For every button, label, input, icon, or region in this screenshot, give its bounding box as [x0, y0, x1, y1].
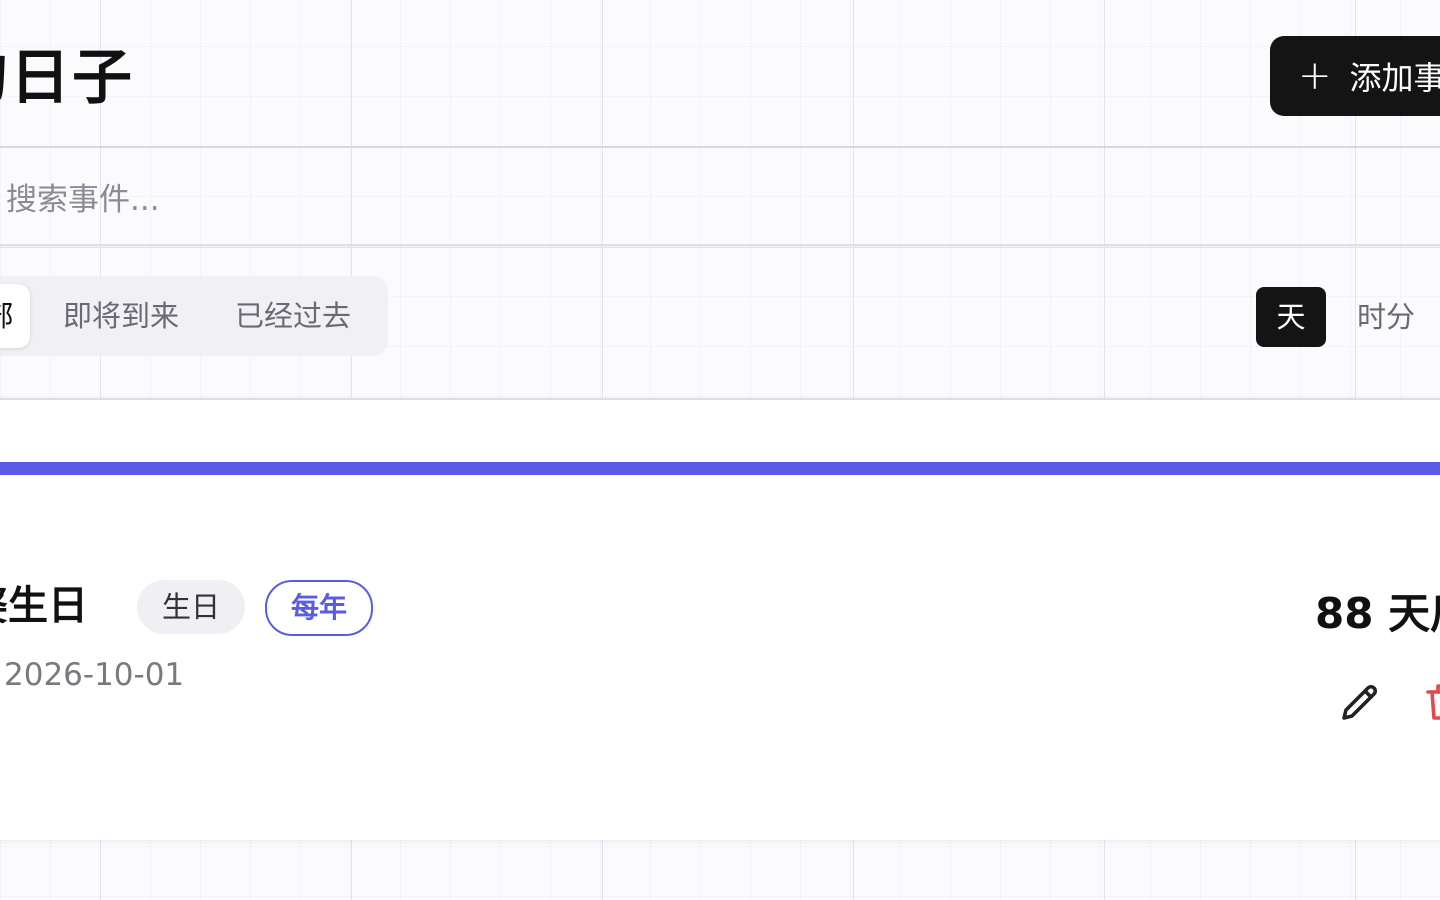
- add-event-button-label: 添加事: [1349, 59, 1440, 97]
- countdown-value: 88 天后: [1315, 589, 1440, 638]
- event-name: 婆生日: [0, 583, 88, 629]
- header-divider: [0, 146, 1440, 148]
- repeat-badge: 每年: [265, 580, 373, 636]
- event-card[interactable]: 婆生日 生日 每年 2026-10-01 88 天后: [0, 398, 1440, 840]
- category-badge: 生日: [137, 580, 245, 634]
- unit-toggle-hour-minute[interactable]: 时分: [1346, 287, 1426, 347]
- tab-past[interactable]: 已经过去: [218, 284, 368, 348]
- delete-button[interactable]: [1420, 678, 1440, 726]
- trash-icon: [1426, 684, 1440, 720]
- plus-icon: +: [1298, 53, 1332, 99]
- unit-toggle-day[interactable]: 天: [1256, 287, 1326, 347]
- add-event-button[interactable]: + 添加事: [1270, 36, 1440, 116]
- page-title: 的日子: [0, 43, 134, 113]
- event-accent-bar: [0, 462, 1440, 475]
- filter-tabs: 部 即将到来 已经过去: [0, 276, 388, 356]
- search-input[interactable]: [0, 160, 906, 240]
- tab-all[interactable]: 部: [0, 284, 30, 348]
- tab-upcoming[interactable]: 即将到来: [46, 284, 196, 348]
- pencil-icon: [1342, 684, 1378, 720]
- search-divider: [0, 244, 1440, 246]
- event-date: 2026-10-01: [4, 657, 185, 693]
- edit-button[interactable]: [1336, 678, 1384, 726]
